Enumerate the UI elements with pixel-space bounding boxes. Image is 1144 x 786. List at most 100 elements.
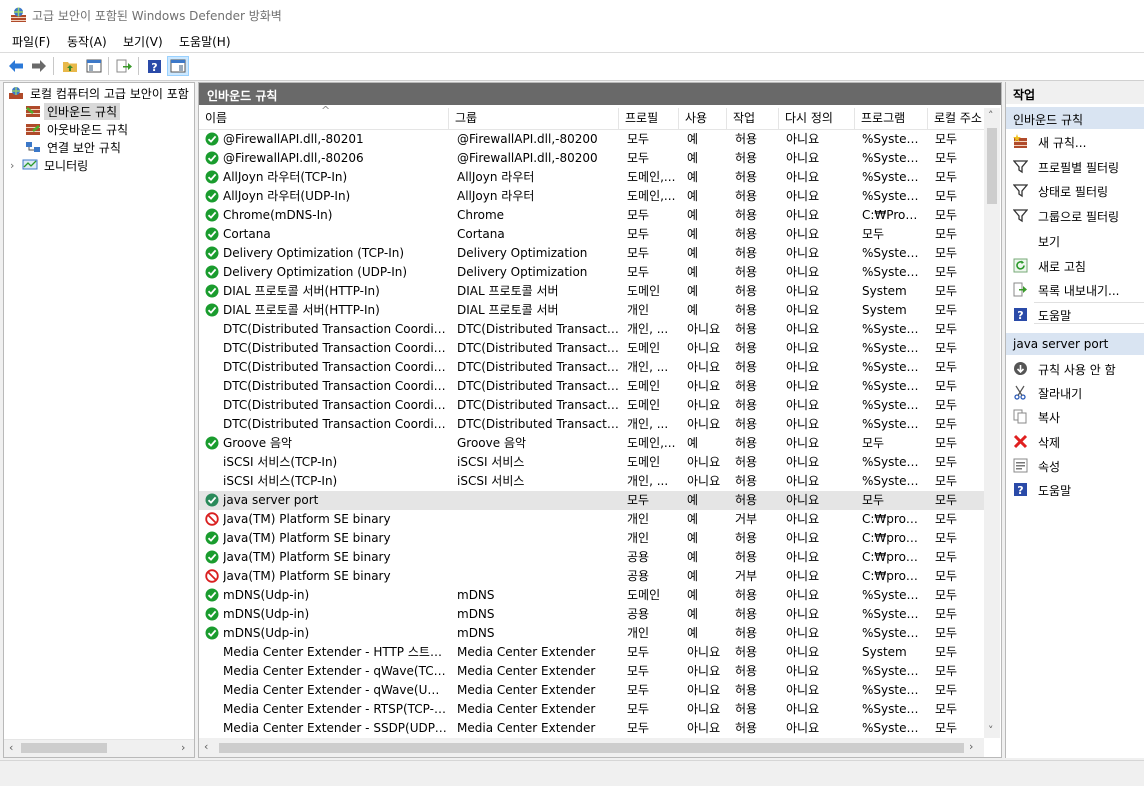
scroll-right-icon[interactable]: › bbox=[969, 740, 973, 753]
up-folder-button[interactable] bbox=[59, 56, 81, 76]
column-header-program[interactable]: 프로그램 bbox=[855, 108, 928, 129]
cell-action: 허용 bbox=[735, 132, 758, 146]
cell-program: %System... bbox=[862, 170, 924, 184]
tree-item-monitoring[interactable]: › 모니터링 bbox=[10, 156, 91, 174]
table-row[interactable]: DTC(Distributed Transaction Coordinato..… bbox=[199, 415, 984, 434]
forward-button[interactable] bbox=[28, 56, 50, 76]
cell-profile: 모두 bbox=[627, 683, 650, 697]
show-hide-action-pane-button[interactable] bbox=[167, 56, 189, 76]
action-view[interactable]: 보기 bbox=[1006, 229, 1144, 251]
table-row[interactable]: iSCSI 서비스(TCP-In) iSCSI 서비스 개인, ... 아니요 허용 아니… bbox=[199, 472, 984, 491]
table-row[interactable]: java server port 모두 예 허용 아니요 모두 모두 bbox=[199, 491, 984, 510]
table-row[interactable]: DTC(Distributed Transaction Coordinato..… bbox=[199, 396, 984, 415]
action-filter-profile[interactable]: 프로필별 필터링 bbox=[1006, 155, 1144, 177]
table-row[interactable]: DIAL 프로토콜 서버(HTTP-In) DIAL 프로토콜 서버 도메인 예 허용 아… bbox=[199, 282, 984, 301]
column-header-override[interactable]: 다시 정의 bbox=[779, 108, 855, 129]
help-toolbar-button[interactable]: ? bbox=[143, 56, 165, 76]
cell-override: 아니요 bbox=[786, 227, 820, 241]
action-help2[interactable]: ? 도움말 bbox=[1006, 478, 1144, 500]
table-row[interactable]: Media Center Extender - RTSP(TCP-In) Medi… bbox=[199, 700, 984, 719]
column-header-group[interactable]: 그룹 bbox=[449, 108, 619, 129]
table-row[interactable]: DTC(Distributed Transaction Coordinato..… bbox=[199, 320, 984, 339]
cell-local: 모두 bbox=[935, 721, 958, 735]
table-row[interactable]: Media Center Extender - SSDP(UDP-In) Medi… bbox=[199, 719, 984, 738]
back-button[interactable] bbox=[5, 56, 27, 76]
table-row[interactable]: AllJoyn 라우터(UDP-In) AllJoyn 라우터 도메인,... 예 허용… bbox=[199, 187, 984, 206]
table-row[interactable]: Java(TM) Platform SE binary 공용 예 허용 아니요 C:₩pr… bbox=[199, 548, 984, 567]
table-row[interactable]: mDNS(Udp-in) mDNS 개인 예 허용 아니요 %System... 모두 bbox=[199, 624, 984, 643]
table-row[interactable]: Groove 음악 Groove 음악 도메인,... 예 허용 아니요 모두 모두 bbox=[199, 434, 984, 453]
menu-action[interactable]: 동작(A) bbox=[67, 33, 107, 50]
table-row[interactable]: iSCSI 서비스(TCP-In) iSCSI 서비스 도메인 아니요 허용 아니요 %Sy… bbox=[199, 453, 984, 472]
scroll-left-icon[interactable]: ‹ bbox=[9, 741, 13, 754]
tree-item-outbound[interactable]: 아웃바운드 규칙 bbox=[25, 120, 131, 138]
menu-file[interactable]: 파일(F) bbox=[12, 33, 50, 50]
table-row[interactable]: mDNS(Udp-in) mDNS 도메인 예 허용 아니요 %System... 모두 bbox=[199, 586, 984, 605]
scroll-down-icon[interactable]: ˅ bbox=[988, 724, 994, 737]
action-cut[interactable]: 잘라내기 bbox=[1006, 381, 1144, 403]
scrollbar-thumb[interactable] bbox=[987, 128, 997, 204]
tree-item-inbound[interactable]: 인바운드 규칙 bbox=[25, 102, 121, 120]
window-title: 고급 보안이 포함된 Windows Defender 방화벽 bbox=[32, 9, 282, 23]
actions-section-inbound[interactable]: 인바운드 규칙 bbox=[1006, 107, 1144, 129]
table-row[interactable]: DTC(Distributed Transaction Coordinato..… bbox=[199, 377, 984, 396]
menu-view[interactable]: 보기(V) bbox=[123, 33, 163, 50]
action-filter-state[interactable]: 상태로 필터링 bbox=[1006, 179, 1144, 201]
show-hide-tree-button[interactable] bbox=[83, 56, 105, 76]
table-row[interactable]: DIAL 프로토콜 서버(HTTP-In) DIAL 프로토콜 서버 개인 예 허용 아니… bbox=[199, 301, 984, 320]
tree-root[interactable]: 로컬 컴퓨터의 고급 보안이 포함 bbox=[8, 84, 192, 102]
action-refresh[interactable]: 새로 고침 bbox=[1006, 254, 1144, 276]
table-row[interactable]: Java(TM) Platform SE binary 공용 예 거부 아니요 C:₩pr… bbox=[199, 567, 984, 586]
cell-enabled: 아니요 bbox=[687, 455, 721, 469]
table-row[interactable]: Delivery Optimization (TCP-In) Delivery O… bbox=[199, 244, 984, 263]
column-header-local[interactable]: 로컬 주소 bbox=[928, 108, 988, 129]
menu-help[interactable]: 도움말(H) bbox=[179, 33, 231, 50]
table-row[interactable]: Media Center Extender - qWave(TCP-In) Med… bbox=[199, 662, 984, 681]
action-export[interactable]: 목록 내보내기... bbox=[1006, 278, 1144, 300]
table-row[interactable]: @FirewallAPI.dll,-80206 @FirewallAPI.dll,… bbox=[199, 149, 984, 168]
table-row[interactable]: Java(TM) Platform SE binary 개인 예 거부 아니요 C:₩pr… bbox=[199, 510, 984, 529]
action-help[interactable]: ? 도움말 bbox=[1006, 303, 1144, 325]
cell-enabled: 예 bbox=[687, 588, 699, 602]
column-header-name[interactable]: 이름 bbox=[199, 108, 449, 129]
expand-chevron-icon[interactable]: › bbox=[10, 159, 22, 172]
cell-program: %System... bbox=[862, 360, 924, 374]
table-row[interactable]: Media Center Extender - qWave(UDP-In) Med… bbox=[199, 681, 984, 700]
table-row[interactable]: Delivery Optimization (UDP-In) Delivery O… bbox=[199, 263, 984, 282]
table-row[interactable]: DTC(Distributed Transaction Coordinato..… bbox=[199, 339, 984, 358]
tree-item-label: 인바운드 규칙 bbox=[44, 102, 121, 120]
actions-section-selected-rule[interactable]: java server port bbox=[1006, 333, 1144, 355]
action-delete[interactable]: 삭제 bbox=[1006, 430, 1144, 452]
scroll-left-icon[interactable]: ‹ bbox=[204, 740, 208, 753]
action-new-rule[interactable]: 새 규칙... bbox=[1006, 130, 1144, 152]
action-properties[interactable]: 속성 bbox=[1006, 454, 1144, 476]
cell-enabled: 예 bbox=[687, 531, 699, 545]
scroll-up-icon[interactable]: ˄ bbox=[988, 109, 994, 122]
vertical-scrollbar[interactable]: ˄ ˅ bbox=[984, 108, 1000, 738]
export-list-button[interactable] bbox=[113, 56, 135, 76]
tree-horizontal-scrollbar[interactable]: ‹ › bbox=[4, 739, 194, 757]
cell-name: DIAL 프로토콜 서버(HTTP-In) bbox=[223, 284, 380, 298]
table-row[interactable]: Cortana Cortana 모두 예 허용 아니요 모두 모두 bbox=[199, 225, 984, 244]
table-row[interactable]: mDNS(Udp-in) mDNS 공용 예 허용 아니요 %System... 모두 bbox=[199, 605, 984, 624]
column-header-action[interactable]: 작업 bbox=[727, 108, 779, 129]
table-row[interactable]: DTC(Distributed Transaction Coordinato..… bbox=[199, 358, 984, 377]
column-header-enabled[interactable]: 사용 bbox=[679, 108, 727, 129]
horizontal-scrollbar[interactable]: ‹ › bbox=[199, 738, 984, 757]
table-row[interactable]: Java(TM) Platform SE binary 개인 예 허용 아니요 C:₩pr… bbox=[199, 529, 984, 548]
cell-override: 아니요 bbox=[786, 170, 820, 184]
table-row[interactable]: Media Center Extender - HTTP 스트리밍... Medi… bbox=[199, 643, 984, 662]
action-copy[interactable]: 복사 bbox=[1006, 405, 1144, 427]
scrollbar-thumb[interactable] bbox=[219, 743, 964, 753]
tree-item-connection-security[interactable]: 연결 보안 규칙 bbox=[25, 138, 124, 156]
column-header-profile[interactable]: 프로필 bbox=[619, 108, 679, 129]
cell-program: System bbox=[862, 645, 907, 659]
scrollbar-thumb[interactable] bbox=[21, 743, 107, 753]
table-row[interactable]: @FirewallAPI.dll,-80201 @FirewallAPI.dll,… bbox=[199, 130, 984, 149]
cell-profile: 개인 bbox=[627, 512, 650, 526]
action-disable[interactable]: 규칙 사용 안 함 bbox=[1006, 357, 1144, 379]
table-row[interactable]: AllJoyn 라우터(TCP-In) AllJoyn 라우터 도메인,... 예 허용… bbox=[199, 168, 984, 187]
action-filter-group[interactable]: 그룹으로 필터링 bbox=[1006, 204, 1144, 226]
table-row[interactable]: Chrome(mDNS-In) Chrome 모두 예 허용 아니요 C:₩Progr...… bbox=[199, 206, 984, 225]
scroll-right-icon[interactable]: › bbox=[181, 741, 185, 754]
